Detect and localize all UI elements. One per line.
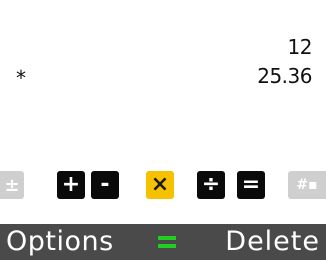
softkey-bar: Options Delete xyxy=(0,224,326,260)
plus-minus-key[interactable]: ± xyxy=(0,171,24,199)
options-softkey[interactable]: Options xyxy=(6,226,114,257)
delete-softkey[interactable]: Delete xyxy=(225,226,320,257)
menu-lines-icon[interactable] xyxy=(158,236,176,250)
hash-key[interactable]: #▪ xyxy=(288,171,326,199)
second-operand: 25.36 xyxy=(257,64,312,88)
first-operand: 12 xyxy=(287,35,313,59)
operator-keypad: ± + - × ÷ = #▪ xyxy=(0,168,326,202)
calculator-display: 12 * 25.36 xyxy=(0,0,326,160)
subtract-key[interactable]: - xyxy=(91,171,119,199)
operator-symbol: * xyxy=(16,66,26,90)
add-key[interactable]: + xyxy=(57,171,85,199)
divide-key[interactable]: ÷ xyxy=(197,171,225,199)
multiply-key[interactable]: × xyxy=(146,171,174,199)
equals-key[interactable]: = xyxy=(237,171,265,199)
